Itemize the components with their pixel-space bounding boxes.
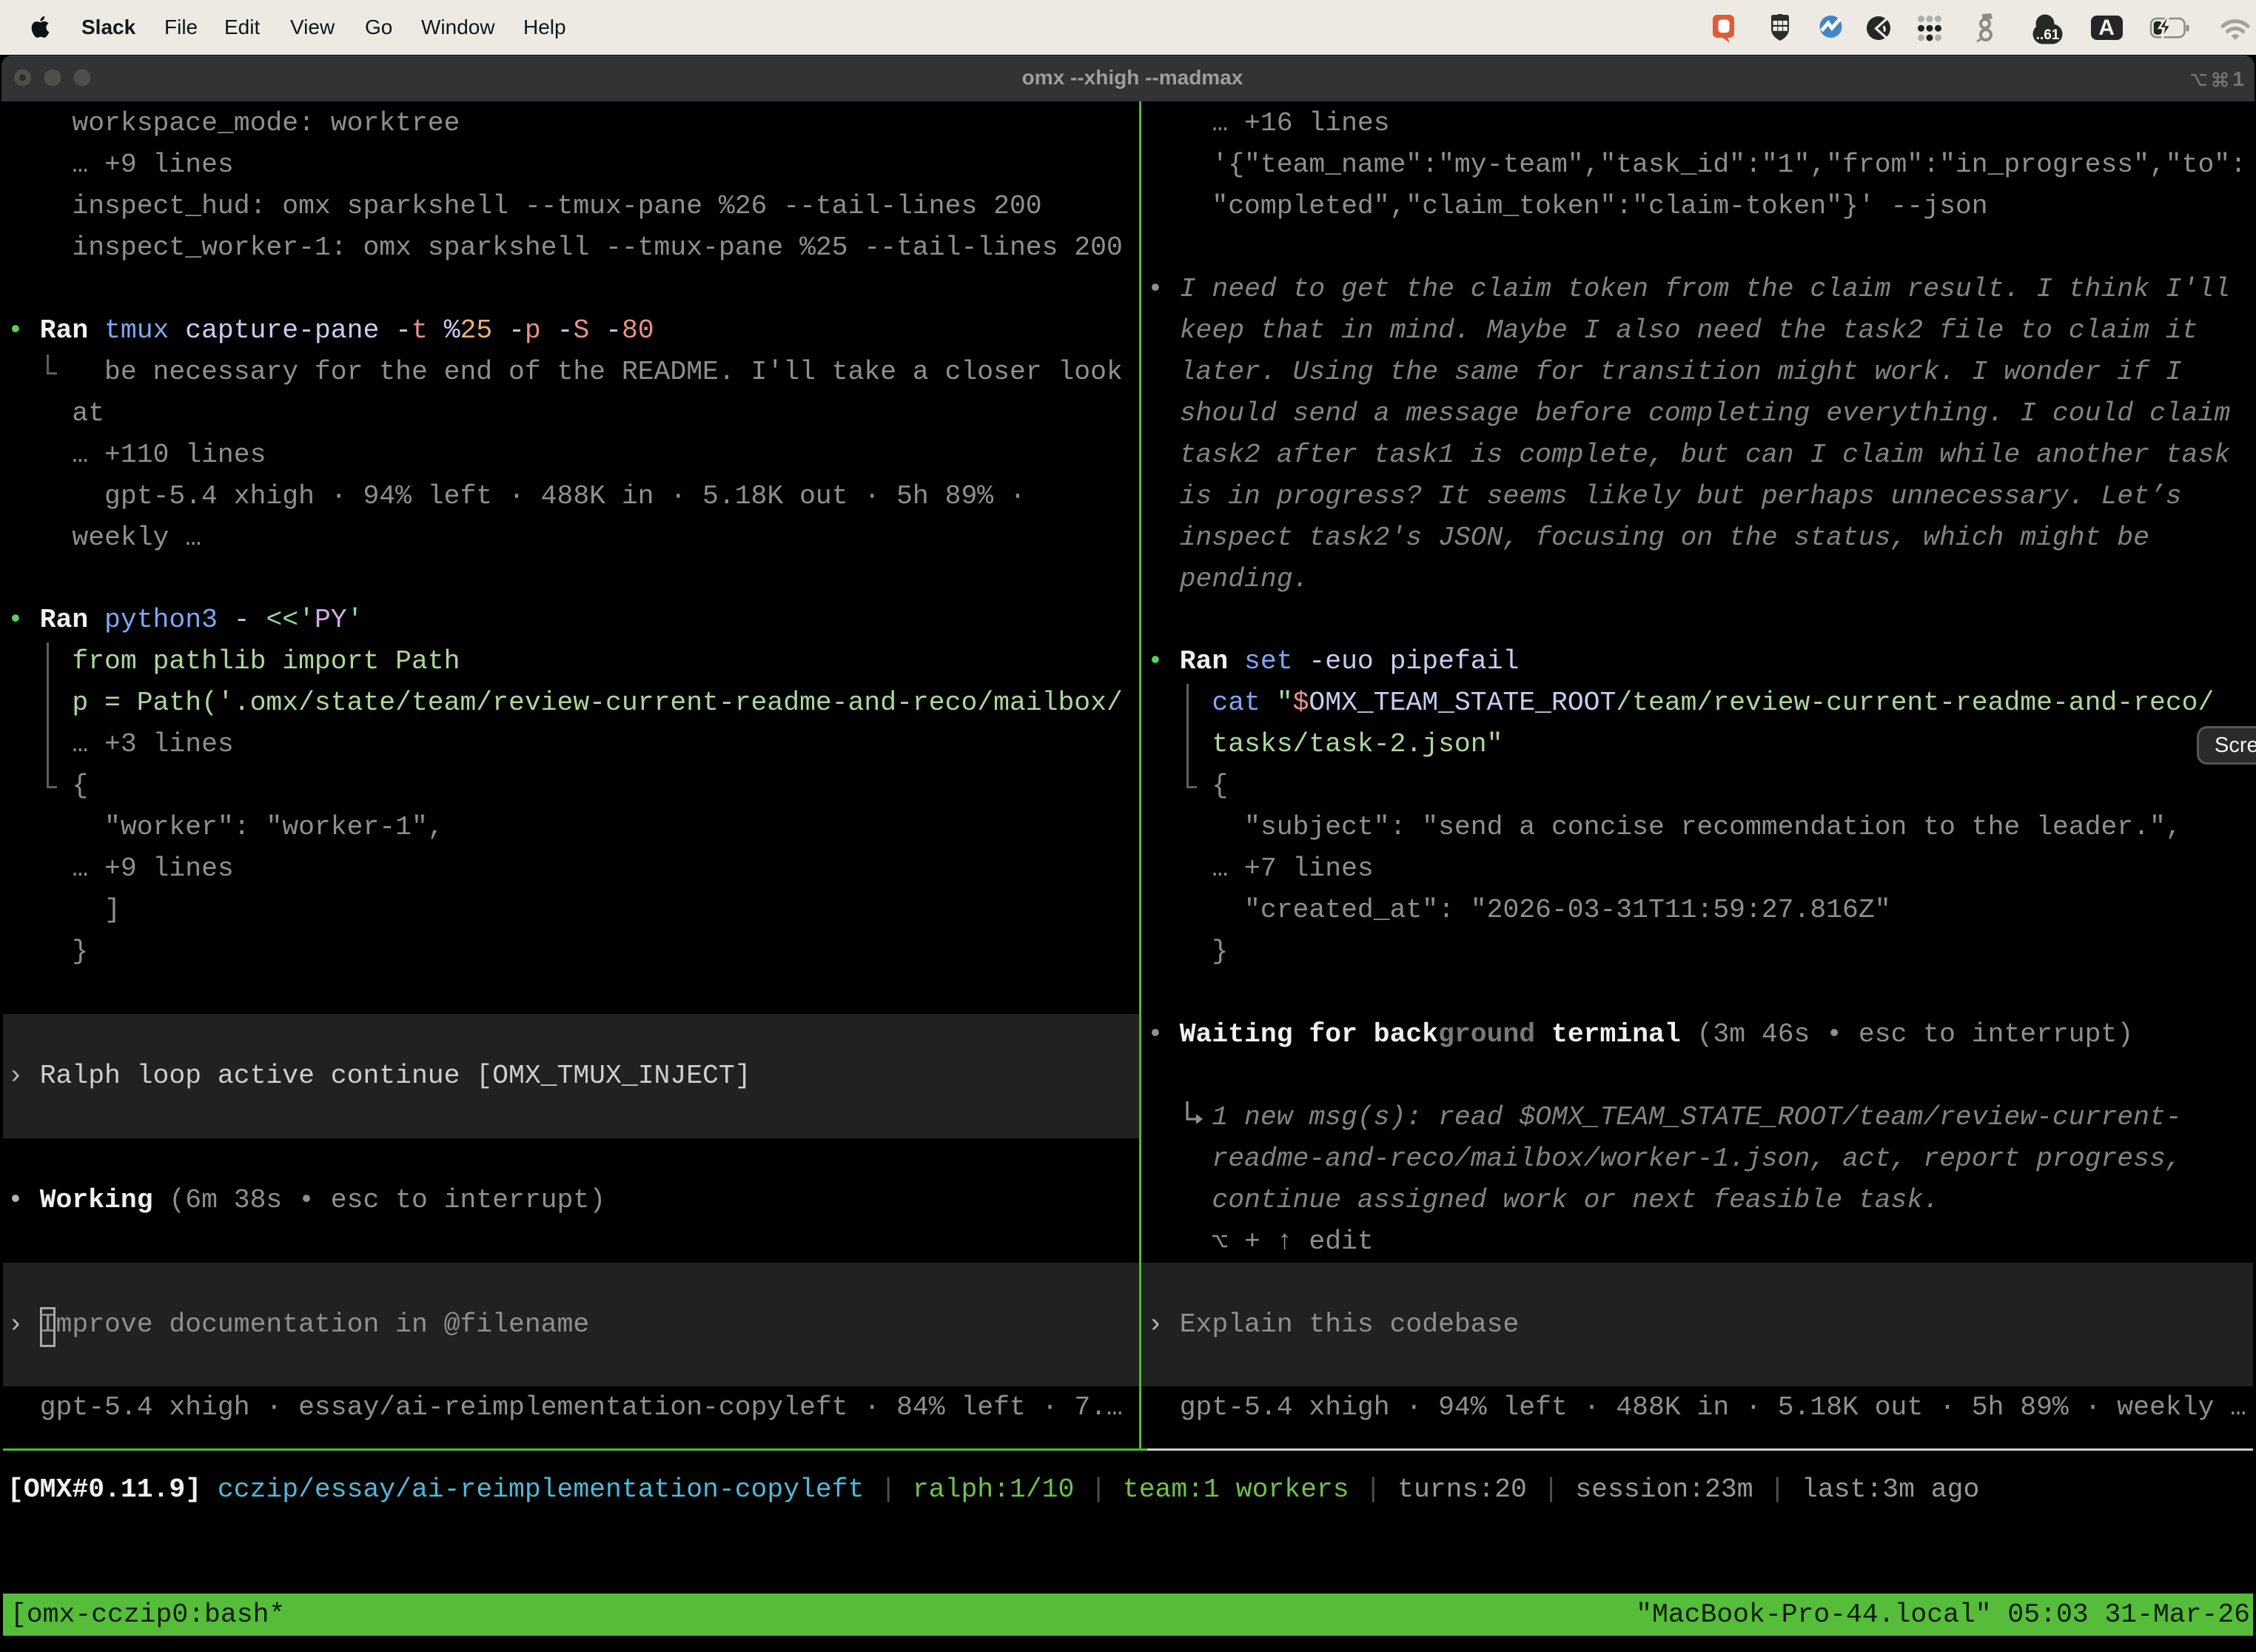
svg-text:..61: ..61 <box>2036 27 2060 43</box>
